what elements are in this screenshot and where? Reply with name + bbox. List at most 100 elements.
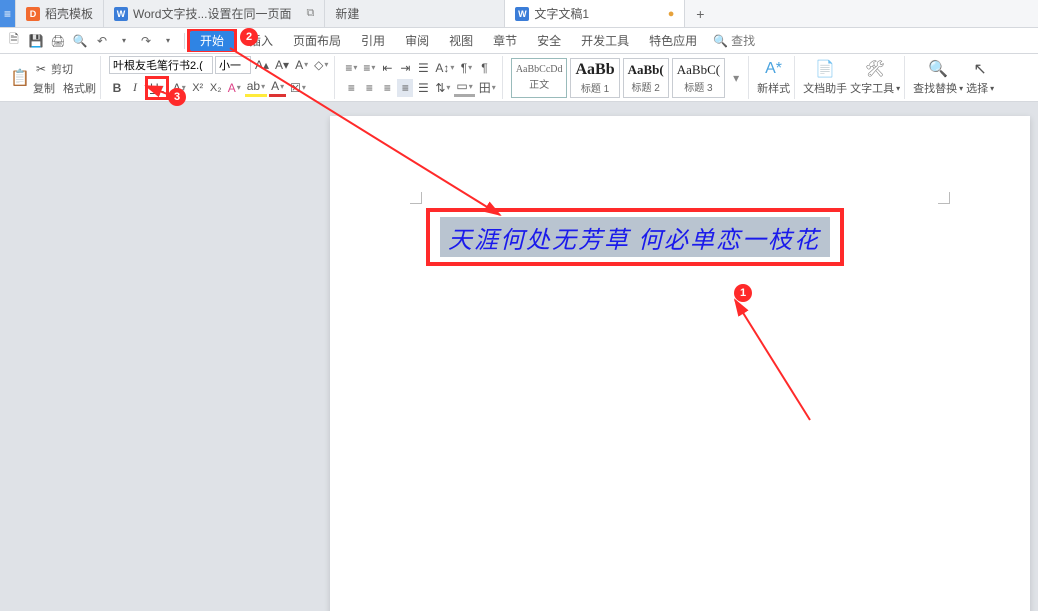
menu-start[interactable]: 开始: [190, 31, 234, 51]
shading-button[interactable]: ▭: [454, 79, 474, 97]
cursor-icon: ↖: [970, 59, 990, 79]
change-case-button[interactable]: A: [293, 56, 310, 74]
tab-document1[interactable]: W 文字文稿1 ●: [505, 0, 685, 27]
bullets-button[interactable]: ≡: [343, 59, 359, 77]
show-marks-button[interactable]: ¶: [476, 59, 492, 77]
align-left-button[interactable]: ≡: [343, 79, 359, 97]
bold-button[interactable]: B: [109, 79, 125, 97]
menu-search[interactable]: 🔍查找: [713, 32, 755, 49]
styles-scroll-down-icon[interactable]: ▾: [728, 69, 744, 87]
increase-indent-button[interactable]: ⇥: [397, 59, 413, 77]
style-preview: AaBbC(: [677, 62, 720, 78]
style-preview: AaBb(: [628, 62, 664, 78]
style-heading1[interactable]: AaBb标题 1: [570, 58, 619, 98]
templates-icon: D: [26, 7, 40, 21]
shrink-font-button[interactable]: A▾: [273, 56, 291, 74]
doc-helper-button[interactable]: 📄文档助手: [803, 59, 847, 96]
tab-word-tips[interactable]: W Word文字技...设置在同一页面 ⧉: [104, 0, 325, 27]
tab-label: Word文字技...设置在同一页面: [133, 5, 291, 22]
text-direction-button[interactable]: ☰: [415, 59, 431, 77]
cut-icon[interactable]: ✂: [33, 60, 49, 78]
undo-dropdown-icon[interactable]: ▾: [116, 33, 132, 49]
quick-access-toolbar: 🗎 💾 🖨 🔍 ↶ ▾ ↷ ▾: [6, 33, 176, 49]
highlight-color-button[interactable]: ab: [245, 79, 267, 97]
undo-icon[interactable]: ↶: [94, 33, 110, 49]
text-tool-button[interactable]: 🛠文字工具▾: [850, 59, 900, 96]
align-justify-button[interactable]: ≡: [397, 79, 413, 97]
selected-text[interactable]: 天涯何处无芳草 何必单恋一枝花: [448, 220, 820, 255]
subscript-button[interactable]: X₂: [208, 79, 224, 97]
search-label: 查找: [731, 32, 755, 49]
font-name-input[interactable]: [113, 59, 209, 71]
text-tool-label: 文字工具▾: [850, 80, 900, 96]
writing-direction-button[interactable]: A↕: [433, 59, 456, 77]
text-effects-button[interactable]: A: [226, 79, 243, 97]
format-painter-label[interactable]: 格式刷: [63, 80, 96, 96]
font-size-combo[interactable]: [215, 56, 251, 74]
menu-view[interactable]: 视图: [439, 29, 483, 52]
distribute-button[interactable]: ☰: [415, 79, 431, 97]
menu-section[interactable]: 章节: [483, 29, 527, 52]
find-icon: 🔍: [928, 59, 948, 79]
document-workspace: 天涯何处无芳草 何必单恋一枝花: [0, 102, 1038, 611]
menu-developer[interactable]: 开发工具: [571, 29, 639, 52]
copy-label[interactable]: 复制: [33, 80, 55, 96]
document-page[interactable]: 天涯何处无芳草 何必单恋一枝花: [330, 116, 1030, 611]
menu-security[interactable]: 安全: [527, 29, 571, 52]
menu-special[interactable]: 特色应用: [639, 29, 707, 52]
cut-label: 剪切: [51, 61, 73, 77]
sort-button[interactable]: ¶: [458, 59, 474, 77]
grow-font-button[interactable]: A▴: [253, 56, 271, 74]
paragraph-group: ≡ ≡ ⇤ ⇥ ☰ A↕ ¶ ¶ ≡ ≡ ≡ ≡ ☰ ⇅ ▭ 田: [339, 56, 502, 99]
font-color-button[interactable]: A: [269, 79, 286, 97]
document-tab-bar: ≡ D 稻壳模板 W Word文字技...设置在同一页面 ⧉ 新建 W 文字文稿…: [0, 0, 1038, 28]
select-button[interactable]: ↖选择▾: [966, 59, 994, 96]
tab-new[interactable]: 新建: [325, 0, 505, 27]
paste-button[interactable]: 📋: [10, 68, 30, 88]
print-icon[interactable]: 🖨: [50, 33, 66, 49]
style-label: 标题 3: [684, 79, 712, 94]
menu-icon: ≡: [4, 7, 11, 21]
font-name-combo[interactable]: [109, 56, 213, 74]
new-style-button[interactable]: A*新样式: [757, 59, 790, 96]
save-icon[interactable]: 💾: [28, 33, 44, 49]
preview-icon[interactable]: 🔍: [72, 33, 88, 49]
menu-references[interactable]: 引用: [351, 29, 395, 52]
align-right-button[interactable]: ≡: [379, 79, 395, 97]
style-label: 标题 1: [581, 80, 609, 95]
style-heading3[interactable]: AaBbC(标题 3: [672, 58, 725, 98]
callout-1: 1: [734, 284, 752, 302]
find-replace-label: 查找替换▾: [913, 80, 963, 96]
decrease-indent-button[interactable]: ⇤: [379, 59, 395, 77]
menu-review[interactable]: 审阅: [395, 29, 439, 52]
style-label: 标题 2: [632, 79, 660, 94]
style-body[interactable]: AaBbCcDd正文: [511, 58, 568, 98]
style-tools-group: A*新样式: [753, 56, 795, 99]
redo-dropdown-icon[interactable]: ▾: [160, 33, 176, 49]
char-shading-button[interactable]: ☒: [288, 79, 308, 97]
numbering-button[interactable]: ≡: [361, 59, 377, 77]
search-icon: 🔍: [713, 34, 728, 48]
borders-button[interactable]: 田: [477, 79, 498, 97]
close-icon[interactable]: ⧉: [306, 7, 314, 20]
highlight-underline: U: [145, 76, 169, 100]
font-size-input[interactable]: [219, 59, 247, 71]
tab-label: 稻壳模板: [45, 5, 93, 22]
add-tab-button[interactable]: +: [685, 0, 715, 27]
italic-button[interactable]: I: [127, 79, 143, 97]
redo-icon[interactable]: ↷: [138, 33, 154, 49]
find-replace-button[interactable]: 🔍查找替换▾: [913, 59, 963, 96]
superscript-button[interactable]: X²: [190, 79, 206, 97]
tab-templates[interactable]: D 稻壳模板: [16, 0, 104, 27]
underline-button[interactable]: U: [148, 79, 166, 97]
menu-layout[interactable]: 页面布局: [283, 29, 351, 52]
align-center-button[interactable]: ≡: [361, 79, 377, 97]
highlight-selection: 天涯何处无芳草 何必单恋一枝花: [426, 208, 844, 266]
app-menu-tab[interactable]: ≡: [0, 0, 16, 27]
file-icon[interactable]: 🗎: [6, 33, 22, 49]
separator: [184, 33, 185, 49]
style-heading2[interactable]: AaBb(标题 2: [623, 58, 669, 98]
line-spacing-button[interactable]: ⇅: [433, 79, 452, 97]
clear-format-button[interactable]: ◇: [312, 56, 330, 74]
text-tool-icon: 🛠: [865, 59, 885, 79]
